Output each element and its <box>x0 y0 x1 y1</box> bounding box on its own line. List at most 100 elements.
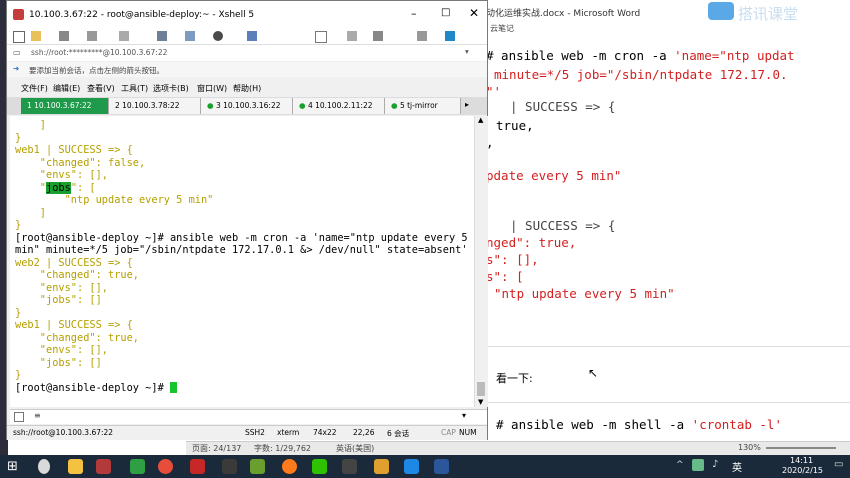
word-count: 字数: 1/29,762 <box>254 444 312 453</box>
doc-line-10: s": [], <box>486 252 539 267</box>
print-icon[interactable] <box>157 31 167 41</box>
connect-icon[interactable] <box>59 31 69 41</box>
menu-view[interactable]: 查看(V) <box>87 83 115 94</box>
app-icon-red[interactable] <box>96 459 111 474</box>
menu-help[interactable]: 帮助(H) <box>233 83 261 94</box>
notification-icon[interactable]: ▭ <box>834 459 843 470</box>
menu-window[interactable]: 窗口(W) <box>197 83 227 94</box>
terminal[interactable]: ] } web1 | SUCCESS => { "changed": false… <box>10 116 474 407</box>
maximize-button[interactable]: □ <box>441 7 450 18</box>
menu-tools[interactable]: 工具(T) <box>121 83 148 94</box>
tray-arrow-icon[interactable]: ^ <box>676 460 684 470</box>
doc-line-14a: # ansible web -m shell -a <box>496 417 692 432</box>
start-windows-icon[interactable]: ⊞ <box>7 459 18 474</box>
word-document[interactable]: # ansible web -m cron -a 'name="ntp upda… <box>484 40 850 440</box>
term-line: "envs": [], <box>15 169 108 181</box>
volume-icon[interactable]: ♪ <box>712 459 718 470</box>
app-icon-yellow[interactable] <box>374 459 389 474</box>
doc-line-2: minute=*/5 job="/sbin/ntpdate 172.17.0. <box>494 67 788 82</box>
search-icon[interactable] <box>38 459 50 474</box>
find-icon[interactable] <box>119 31 129 41</box>
terminal-scrollbar[interactable]: ▲ ▼ <box>474 116 488 407</box>
term-line: } <box>15 369 22 381</box>
app-icon-blue[interactable] <box>404 459 419 474</box>
term-prompt: [root@ansible-deploy ~]# <box>15 381 170 394</box>
compose-icon[interactable] <box>14 412 24 422</box>
status-dot-icon: ● <box>207 101 216 110</box>
menu-edit[interactable]: 编辑(E) <box>53 83 80 94</box>
globe-icon[interactable] <box>213 31 223 41</box>
tray-network-icon[interactable] <box>692 459 704 471</box>
minimize-button[interactable]: – <box>411 7 417 20</box>
doc-line-1b: 'name="ntp updat <box>674 48 795 63</box>
menu-file[interactable]: 文件(F) <box>21 83 48 94</box>
xshell-window: 10.100.3.67:22 - root@ansible-deploy:~ -… <box>6 0 488 440</box>
transfer-icon[interactable] <box>185 31 195 41</box>
status-num: NUM <box>459 428 477 437</box>
app-icon-green[interactable] <box>250 459 265 474</box>
doc-line-5: true, <box>496 118 534 133</box>
tab-session-2[interactable]: 2 10.100.3.78:22 <box>109 98 201 114</box>
tab-scroll-right-icon[interactable]: ▸ <box>465 100 469 109</box>
toolbar <box>7 29 487 44</box>
app-icon-dark[interactable] <box>222 459 237 474</box>
status-size: 74x22 <box>313 428 337 437</box>
watermark-logo-icon <box>708 2 734 20</box>
app-icon-orange[interactable] <box>282 459 297 474</box>
tab-session-5[interactable]: ● 5 tj-mirror <box>385 98 461 114</box>
address-dropdown-icon[interactable]: ▾ <box>465 47 469 56</box>
language[interactable]: 英语(美国) <box>336 443 374 454</box>
new-session-icon[interactable] <box>13 31 25 43</box>
session-hint-text: 要添加当前会话，点击左侧的箭头按钮。 <box>29 66 164 75</box>
close-button[interactable]: ✕ <box>469 6 479 20</box>
clock-time[interactable]: 14:11 <box>790 456 813 465</box>
file-explorer-icon[interactable] <box>68 459 83 474</box>
term-line: "changed": false, <box>15 156 146 169</box>
compose-bar[interactable]: ≡ ▾ <box>10 409 487 424</box>
add-icon[interactable] <box>417 31 427 41</box>
word-titlebar: 动化运维实战.docx - Microsoft Word 搭讯课堂 <box>480 0 850 23</box>
add-session-arrow-icon[interactable]: ➜ <box>13 64 19 73</box>
term-line: } <box>15 219 22 231</box>
status-terminal-type: xterm <box>277 428 300 437</box>
compose-dropdown-icon[interactable]: ▾ <box>462 411 466 420</box>
font-icon[interactable] <box>247 31 257 41</box>
term-line: "envs": [], <box>15 344 108 356</box>
status-dot-icon: ● <box>391 101 400 110</box>
chrome-icon[interactable] <box>158 459 173 474</box>
wechat-icon[interactable] <box>312 459 327 474</box>
lock-icon[interactable] <box>347 31 357 41</box>
zoom-level[interactable]: 130% <box>738 443 761 452</box>
term-line-suffix: ": [ <box>70 181 96 194</box>
ime-indicator[interactable]: 英 <box>732 459 742 474</box>
help-icon[interactable] <box>445 31 455 41</box>
tab-session-3[interactable]: ● 3 10.100.3.16:22 <box>201 98 293 114</box>
tab-session-4[interactable]: ● 4 10.100.2.11:22 <box>293 98 385 114</box>
status-cursor: 22,26 <box>353 428 375 437</box>
open-folder-icon[interactable] <box>31 31 41 41</box>
keyboard-icon[interactable] <box>373 31 383 41</box>
address-bar[interactable]: ▭ ssh://root:*********@10.100.3.67:22 ▾ <box>7 44 487 61</box>
clock-date[interactable]: 2020/2/15 <box>782 466 823 475</box>
word-taskbar-icon[interactable] <box>434 459 449 474</box>
scroll-down-icon[interactable]: ▼ <box>478 398 483 406</box>
app-icon-gray[interactable] <box>342 459 357 474</box>
tab-session-1[interactable]: 1 10.100.3.67:22 <box>21 98 109 114</box>
scroll-thumb[interactable] <box>477 382 485 396</box>
compose-input-icon[interactable]: ≡ <box>34 411 41 420</box>
scroll-up-icon[interactable]: ▲ <box>478 116 483 124</box>
term-line: ] <box>15 119 46 131</box>
pycharm-icon[interactable] <box>130 459 145 474</box>
word-statusbar: 页面: 24/137 字数: 1/29,762 英语(美国) 130% <box>186 441 850 455</box>
xshell-taskbar-icon[interactable] <box>190 459 205 474</box>
menu-tabs[interactable]: 选项卡(B) <box>153 83 189 94</box>
menu-bar: 文件(F) 编辑(E) 查看(V) 工具(T) 选项卡(B) 窗口(W) 帮助(… <box>7 79 487 96</box>
copy-icon[interactable] <box>87 31 97 41</box>
term-command: min" minute=*/5 job="/sbin/ntpdate 172.1… <box>15 244 468 256</box>
session-hint-bar: ➜ 要添加当前会话，点击左侧的箭头按钮。 <box>7 62 487 77</box>
zoom-slider[interactable] <box>766 447 836 449</box>
tab-label: 1 10.100.3.67:22 <box>27 101 92 110</box>
fullscreen-icon[interactable] <box>315 31 327 43</box>
term-line: "ntp update every 5 min" <box>15 194 214 206</box>
window-title: 10.100.3.67:22 - root@ansible-deploy:~ -… <box>29 10 255 20</box>
